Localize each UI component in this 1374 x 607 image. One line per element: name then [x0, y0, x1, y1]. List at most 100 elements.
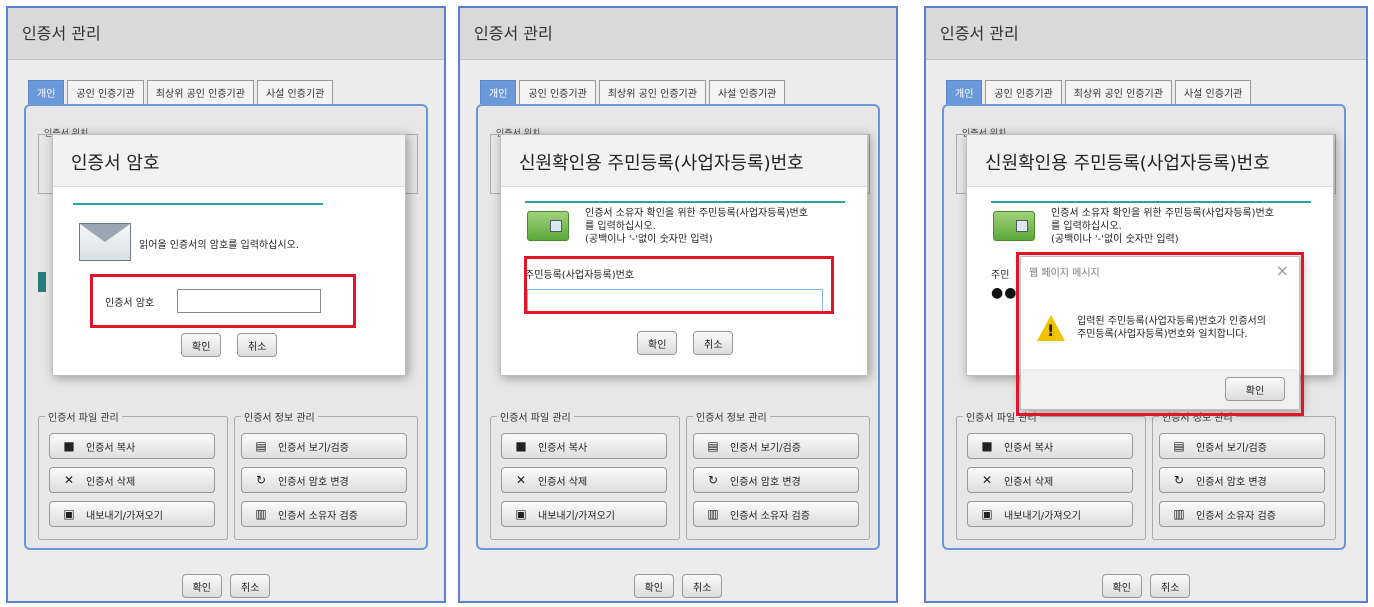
tab-private-ca[interactable]: 사설 인증기관 — [256, 80, 334, 104]
dialog-title: 신원확인용 주민등록(사업자등록)번호 — [967, 135, 1333, 187]
export-icon: ▣ — [63, 507, 75, 521]
verify-owner-button[interactable]: ▥ 인증서 소유자 검증 — [241, 501, 407, 527]
resident-number-dialog: 신원확인용 주민등록(사업자등록)번호 인증서 소유자 확인을 위한 주민등록(… — [500, 134, 868, 376]
dialog-message: 읽어올 인증서의 암호를 입력하십시오. — [139, 240, 299, 251]
view-label: 인증서 보기/검증 — [730, 442, 801, 454]
masked-value: ●● — [991, 285, 1018, 301]
tab-root-ca[interactable]: 최상위 공인 인증기관 — [146, 80, 254, 104]
delete-cert-button[interactable]: ✕ 인증서 삭제 — [501, 467, 667, 493]
floppy-icon: ■ — [515, 439, 527, 453]
highlight-box — [524, 256, 834, 314]
copy-label: 인증서 복사 — [1004, 442, 1054, 454]
dialog-message-3: (공백이나 '-'없이 숫자만 입력) — [585, 234, 713, 245]
x-icon: ✕ — [981, 473, 993, 487]
info-group-label: 인증서 정보 관리 — [693, 409, 770, 424]
tab-public-ca[interactable]: 공인 인증기관 — [519, 80, 596, 104]
dialog-ok-button[interactable]: 확인 — [181, 333, 222, 357]
dialog-message-1: 인증서 소유자 확인을 위한 주민등록(사업자등록)번호 — [585, 208, 808, 219]
ok-button[interactable]: 확인 — [633, 574, 674, 598]
view-label: 인증서 보기/검증 — [1196, 442, 1267, 454]
verify-owner-button[interactable]: ▥ 인증서 소유자 검증 — [1159, 501, 1325, 527]
cert-panel-1: 인증서 관리 개인 공인 인증기관 최상위 공인 인증기관 사설 인증기관 인증… — [6, 6, 446, 603]
export-import-button[interactable]: ▣ 내보내기/가져오기 — [967, 501, 1133, 527]
cancel-button[interactable]: 취소 — [682, 574, 723, 598]
dialog-message-3: (공백이나 '-'없이 숫자만 입력) — [1051, 234, 1179, 245]
floppy-icon: ■ — [63, 439, 75, 453]
copy-cert-button[interactable]: ■ 인증서 복사 — [501, 433, 667, 459]
panel-actions: 확인 취소 — [460, 574, 896, 598]
change-password-button[interactable]: ↻ 인증서 암호 변경 — [693, 467, 859, 493]
export-label: 내보내기/가져오기 — [538, 510, 615, 522]
file-group-label: 인증서 파일 관리 — [497, 409, 574, 424]
highlight-box — [90, 274, 356, 328]
panel-title: 인증서 관리 — [460, 8, 896, 60]
change-password-button[interactable]: ↻ 인증서 암호 변경 — [241, 467, 407, 493]
export-icon: ▣ — [515, 507, 527, 521]
tab-personal[interactable]: 개인 — [480, 80, 517, 104]
file-management-group: 인증서 파일 관리 ■ 인증서 복사 ✕ 인증서 삭제 ▣ 내보내기/가져오기 — [490, 409, 680, 540]
barcode-icon: ▥ — [255, 507, 267, 521]
dialog-message-2: 를 입력하십시오. — [585, 221, 656, 232]
tab-public-ca[interactable]: 공인 인증기관 — [67, 80, 144, 104]
cert-view-icon: ▤ — [1173, 439, 1185, 453]
id-card-icon — [527, 211, 569, 241]
info-management-group: 인증서 정보 관리 ▤ 인증서 보기/검증 ↻ 인증서 암호 변경 ▥ 인증서 소유자… — [686, 409, 870, 540]
x-icon: ✕ — [63, 473, 75, 487]
tab-root-ca[interactable]: 최상위 공인 인증기관 — [598, 80, 706, 104]
panel-actions: 확인 취소 — [8, 574, 444, 598]
tab-bar: 개인 공인 인증기관 최상위 공인 인증기관 사설 인증기관 — [28, 80, 334, 104]
tab-personal[interactable]: 개인 — [946, 80, 983, 104]
tab-personal[interactable]: 개인 — [28, 80, 65, 104]
cancel-button[interactable]: 취소 — [230, 574, 271, 598]
view-cert-button[interactable]: ▤ 인증서 보기/검증 — [1159, 433, 1325, 459]
tab-public-ca[interactable]: 공인 인증기관 — [985, 80, 1062, 104]
view-cert-button[interactable]: ▤ 인증서 보기/검증 — [241, 433, 407, 459]
key-icon: ↻ — [707, 473, 719, 487]
highlight-box — [1016, 252, 1304, 416]
delete-cert-button[interactable]: ✕ 인증서 삭제 — [967, 467, 1133, 493]
divider — [991, 201, 1311, 203]
panel-title: 인증서 관리 — [926, 8, 1366, 60]
row-marker — [38, 272, 46, 292]
dialog-cancel-button[interactable]: 취소 — [693, 331, 734, 355]
verify-owner-button[interactable]: ▥ 인증서 소유자 검증 — [693, 501, 859, 527]
delete-label: 인증서 삭제 — [1004, 476, 1054, 488]
tab-bar: 개인 공인 인증기관 최상위 공인 인증기관 사설 인증기관 — [480, 80, 786, 104]
change-password-button[interactable]: ↻ 인증서 암호 변경 — [1159, 467, 1325, 493]
delete-label: 인증서 삭제 — [86, 476, 136, 488]
ok-button[interactable]: 확인 — [181, 574, 222, 598]
copy-cert-button[interactable]: ■ 인증서 복사 — [49, 433, 215, 459]
dialog-message-2: 를 입력하십시오. — [1051, 221, 1122, 232]
tab-private-ca[interactable]: 사설 인증기관 — [1174, 80, 1252, 104]
copy-cert-button[interactable]: ■ 인증서 복사 — [967, 433, 1133, 459]
export-import-button[interactable]: ▣ 내보내기/가져오기 — [501, 501, 667, 527]
password-label: 인증서 암호 변경 — [730, 476, 801, 488]
id-card-icon — [993, 211, 1035, 241]
dialog-cancel-button[interactable]: 취소 — [237, 333, 278, 357]
barcode-icon: ▥ — [707, 507, 719, 521]
delete-label: 인증서 삭제 — [538, 476, 588, 488]
file-group-label: 인증서 파일 관리 — [45, 409, 122, 424]
dialog-title: 신원확인용 주민등록(사업자등록)번호 — [501, 135, 867, 187]
cert-password-dialog: 인증서 암호 읽어올 인증서의 암호를 입력하십시오. 인증서 암호 확인 취소 — [52, 134, 406, 376]
tab-private-ca[interactable]: 사설 인증기관 — [708, 80, 786, 104]
export-label: 내보내기/가져오기 — [86, 510, 163, 522]
export-icon: ▣ — [981, 507, 993, 521]
info-management-group: 인증서 정보 관리 ▤ 인증서 보기/검증 ↻ 인증서 암호 변경 ▥ 인증서 소유자… — [234, 409, 418, 540]
owner-label: 인증서 소유자 검증 — [1196, 510, 1276, 522]
dialog-ok-button[interactable]: 확인 — [637, 331, 678, 355]
panel-title: 인증서 관리 — [8, 8, 444, 60]
view-cert-button[interactable]: ▤ 인증서 보기/검증 — [693, 433, 859, 459]
resident-number-label: 주민 — [991, 270, 1010, 281]
export-import-button[interactable]: ▣ 내보내기/가져오기 — [49, 501, 215, 527]
info-management-group: 인증서 정보 관리 ▤ 인증서 보기/검증 ↻ 인증서 암호 변경 ▥ 인증서 소유자… — [1152, 409, 1336, 540]
tab-root-ca[interactable]: 최상위 공인 인증기관 — [1064, 80, 1172, 104]
cancel-button[interactable]: 취소 — [1150, 574, 1191, 598]
cert-panel-2: 인증서 관리 개인 공인 인증기관 최상위 공인 인증기관 사설 인증기관 인증… — [458, 6, 898, 603]
delete-cert-button[interactable]: ✕ 인증서 삭제 — [49, 467, 215, 493]
password-label: 인증서 암호 변경 — [278, 476, 349, 488]
ok-button[interactable]: 확인 — [1101, 574, 1142, 598]
tab-bar: 개인 공인 인증기관 최상위 공인 인증기관 사설 인증기관 — [946, 80, 1252, 104]
dialog-title: 인증서 암호 — [53, 135, 405, 187]
divider — [525, 201, 845, 203]
